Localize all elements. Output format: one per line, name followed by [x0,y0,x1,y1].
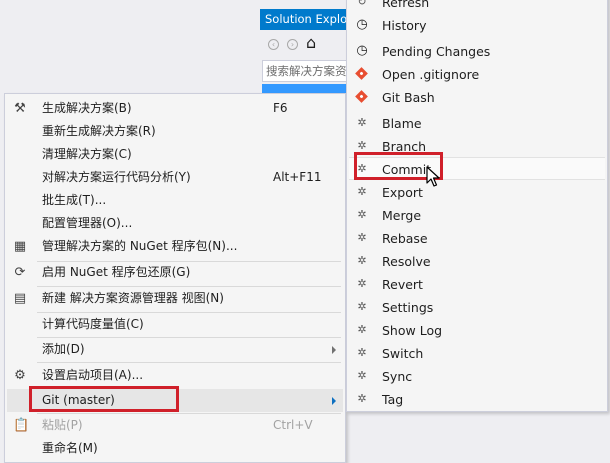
git-item-label: Switch [382,346,424,361]
git-highlight-annotation [29,386,179,412]
git-item-revert[interactable]: ✲ Revert [349,273,605,296]
git-item-rebase[interactable]: ✲ Rebase [349,227,605,250]
build-solution-icon: ⚒ [14,101,26,116]
git-item-label: Resolve [382,254,431,269]
git-item-label: Show Log [382,323,443,338]
forward-icon[interactable]: › [287,39,298,50]
git-tool-icon: ✲ [357,300,367,313]
menu-item-batch-build[interactable]: 批生成(T)... [7,189,343,212]
menu-item-label: 新建 解决方案资源管理器 视图(N) [42,291,224,305]
menu-item-rebuild-solution[interactable]: 重新生成解决方案(R) [7,120,343,143]
git-item-label: Pending Changes [382,44,491,59]
menu-item-label: 重命名(M) [42,441,98,455]
menu-item-new-explorer-view[interactable]: ▤ 新建 解决方案资源管理器 视图(N) [7,287,343,310]
menu-item-configuration-manager[interactable]: 配置管理器(O)... [7,212,343,235]
menu-item-build-solution[interactable]: ⚒ 生成解决方案(B) F6 [7,97,343,120]
git-item-label: Blame [382,116,422,131]
git-item-sync[interactable]: ✲ Sync [349,365,605,388]
menu-item-label: 批生成(T)... [42,193,107,207]
git-logo-icon [355,67,368,80]
git-logo-icon [355,90,368,103]
solution-explorer-toolbar: ‹ › ⌂ [262,32,352,58]
git-item-blame[interactable]: ✲ Blame [349,112,605,135]
submenu-arrow-icon [332,346,336,354]
git-item-history[interactable]: ◷ History [349,14,605,37]
new-view-icon: ▤ [13,291,27,306]
menu-item-run-code-analysis[interactable]: 对解决方案运行代码分析(Y) Alt+F11 [7,166,343,189]
git-item-merge[interactable]: ✲ Merge [349,204,605,227]
git-item-label: Revert [382,277,423,292]
menu-item-code-metrics[interactable]: 计算代码度量值(C) [7,313,343,336]
git-tool-icon: ✲ [357,231,367,244]
git-tool-icon: ✲ [357,185,367,198]
git-item-label: Refresh [382,0,430,10]
git-tool-icon: ✲ [357,116,367,129]
menu-item-label: 生成解决方案(B) [42,101,132,115]
menu-item-rename[interactable]: 重命名(M) [7,437,343,460]
git-item-export[interactable]: ✲ Export [349,181,605,204]
menu-item-label: 重新生成解决方案(R) [42,124,156,138]
solution-explorer-title: Solution Explo [260,9,352,30]
git-item-settings[interactable]: ✲ Settings [349,296,605,319]
menu-item-label: 设置启动项目(A)... [42,368,144,382]
git-tool-icon: ✲ [357,369,367,382]
home-icon[interactable]: ⌂ [306,35,316,51]
git-tool-icon: ✲ [357,277,367,290]
menu-item-label: 启用 NuGet 程序包还原(G) [42,265,191,279]
git-tool-icon: ✲ [357,323,367,336]
refresh-icon: ↻ [357,0,367,8]
menu-item-enable-nuget-restore[interactable]: ⟳ 启用 NuGet 程序包还原(G) [7,261,343,284]
paste-icon: 📋 [13,418,30,433]
submenu-arrow-icon [332,397,336,405]
back-icon[interactable]: ‹ [268,39,279,50]
history-icon: ◷ [356,17,368,32]
git-tool-icon: ✲ [357,139,367,152]
menu-item-label: 对解决方案运行代码分析(Y) [42,170,191,184]
menu-item-clean-solution[interactable]: 清理解决方案(C) [7,143,343,166]
git-item-git-bash[interactable]: Git Bash [349,86,605,109]
nuget-package-icon: ▦ [13,239,27,254]
git-tool-icon: ✲ [357,346,367,359]
git-item-label: Tag [382,392,404,407]
git-item-label: Export [382,185,423,200]
menu-item-paste[interactable]: 📋 粘贴(P) Ctrl+V [7,414,343,437]
git-item-label: Rebase [382,231,428,246]
menu-item-add[interactable]: 添加(D) [7,338,343,361]
git-item-show-log[interactable]: ✲ Show Log [349,319,605,342]
git-item-label: Sync [382,369,413,384]
menu-item-label: 计算代码度量值(C) [42,317,144,331]
git-tool-icon: ✲ [357,392,367,405]
git-item-open-gitignore[interactable]: Open .gitignore [349,63,605,86]
menu-item-shortcut: Ctrl+V [273,418,313,432]
git-item-tag[interactable]: ✲ Tag [349,388,605,411]
git-item-label: Merge [382,208,422,223]
menu-item-label: 添加(D) [42,342,85,356]
menu-item-manage-nuget[interactable]: ▦ 管理解决方案的 NuGet 程序包(N)... [7,235,343,258]
menu-separator [37,362,341,363]
nuget-restore-icon: ⟳ [14,265,26,280]
git-item-label: Open .gitignore [382,67,480,82]
menu-item-label: 粘贴(P) [42,418,83,432]
git-submenu: ↻ Refresh ◷ History ◷ Pending Changes Op… [346,0,608,412]
gear-icon: ⚙ [14,368,26,383]
menu-item-label: 配置管理器(O)... [42,216,133,230]
pending-changes-icon: ◷ [356,43,368,58]
git-item-label: Settings [382,300,434,315]
mouse-cursor-icon [426,166,440,187]
git-tool-icon: ✲ [357,254,367,267]
menu-item-shortcut: Alt+F11 [273,170,322,184]
menu-item-set-startup-projects[interactable]: ⚙ 设置启动项目(A)... [7,364,343,387]
git-item-pending-changes[interactable]: ◷ Pending Changes [349,40,605,63]
git-item-refresh[interactable]: ↻ Refresh [349,0,605,14]
git-item-resolve[interactable]: ✲ Resolve [349,250,605,273]
menu-item-shortcut: F6 [273,101,288,115]
solution-explorer-search-input[interactable]: 搜索解决方案资 [262,60,352,82]
git-tool-icon: ✲ [357,208,367,221]
menu-item-label: 管理解决方案的 NuGet 程序包(N)... [42,239,238,253]
git-item-label: History [382,18,427,33]
menu-item-label: 清理解决方案(C) [42,147,132,161]
git-item-label: Git Bash [382,90,435,105]
git-item-switch[interactable]: ✲ Switch [349,342,605,365]
